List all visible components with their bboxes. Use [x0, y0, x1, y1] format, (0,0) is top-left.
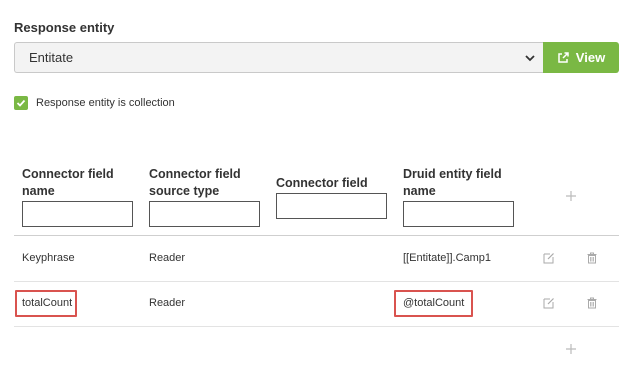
edit-icon[interactable]: [543, 297, 555, 309]
collection-checkbox-row[interactable]: Response entity is collection: [14, 96, 175, 110]
row-divider: [14, 281, 619, 282]
header-druid-entity-field-name: Druid entity field name: [403, 167, 502, 198]
header-connector-field-source-type: Connector field source type: [149, 167, 241, 198]
response-entity-label: Response entity: [14, 20, 115, 35]
filter-connector-field-type-input[interactable]: [276, 193, 387, 219]
header-connector-field-name: Connector field name: [22, 167, 114, 198]
plus-icon[interactable]: [565, 343, 577, 355]
row-1-source-type: Reader: [149, 252, 186, 264]
row-divider: [14, 326, 619, 327]
chevron-down-icon: [525, 55, 535, 62]
trash-icon[interactable]: [586, 297, 598, 309]
response-entity-select[interactable]: Entitate: [14, 42, 543, 73]
external-link-icon: [558, 51, 569, 63]
filter-druid-entity-field-name-input[interactable]: [403, 201, 514, 227]
response-entity-select-value: Entitate: [29, 50, 74, 65]
row-1-entity-field: [[Entitate]].Camp1: [403, 252, 492, 264]
view-button-label: View: [575, 50, 606, 65]
row-2-source-type: Reader: [149, 297, 186, 309]
table-header-divider: [14, 235, 619, 236]
response-entity-select-row: Entitate View: [14, 42, 619, 73]
view-button[interactable]: View: [543, 42, 619, 73]
filter-connector-field-name-input[interactable]: [22, 201, 133, 227]
row-2-field-name: totalCount: [22, 297, 73, 309]
checkmark-icon: [16, 99, 26, 107]
row-1-field-name: Keyphrase: [22, 252, 75, 264]
plus-icon[interactable]: [565, 190, 577, 202]
collection-checkbox[interactable]: [14, 96, 28, 110]
filter-connector-field-source-type-input[interactable]: [149, 201, 260, 227]
edit-icon[interactable]: [543, 252, 555, 264]
collection-checkbox-label: Response entity is collection: [36, 97, 175, 109]
trash-icon[interactable]: [586, 252, 598, 264]
row-2-entity-field: @totalCount: [403, 297, 465, 309]
